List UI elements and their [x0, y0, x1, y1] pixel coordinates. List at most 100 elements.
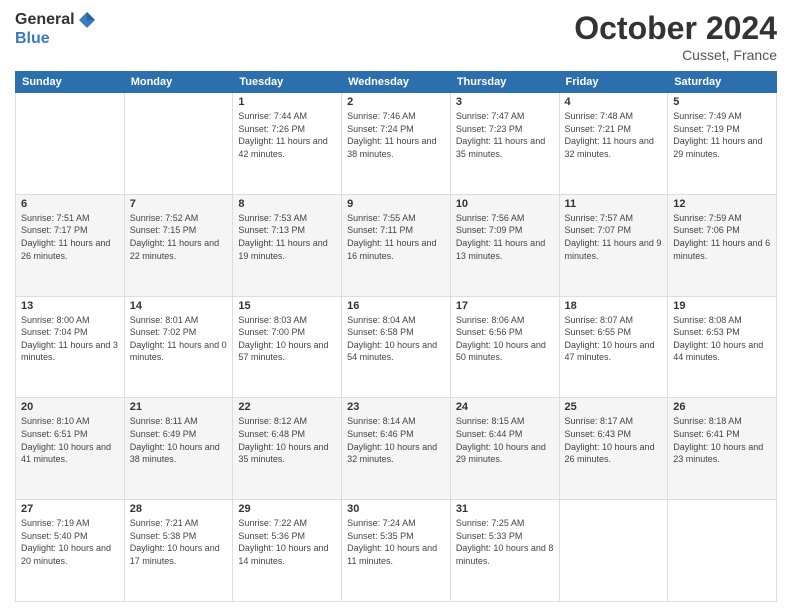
- table-row: 19 Sunrise: 8:08 AM Sunset: 6:53 PM Dayli…: [668, 296, 777, 398]
- day-number: 16: [347, 300, 445, 312]
- day-number: 18: [565, 300, 663, 312]
- day-info: Sunrise: 8:06 AM Sunset: 6:56 PM Dayligh…: [456, 314, 554, 364]
- day-number: 24: [456, 401, 554, 413]
- day-number: 8: [238, 198, 336, 210]
- day-info: Sunrise: 8:11 AM Sunset: 6:49 PM Dayligh…: [130, 415, 228, 465]
- table-row: 1 Sunrise: 7:44 AM Sunset: 7:26 PM Daylig…: [233, 93, 342, 195]
- col-monday: Monday: [124, 72, 233, 93]
- day-info: Sunrise: 8:12 AM Sunset: 6:48 PM Dayligh…: [238, 415, 336, 465]
- table-row: 21Sunrise: 8:11 AM Sunset: 6:49 PM Dayli…: [124, 398, 233, 500]
- calendar-table: Sunday Monday Tuesday Wednesday Thursday…: [15, 71, 777, 602]
- table-row: 25 Sunrise: 8:17 AM Sunset: 6:43 PM Dayli…: [559, 398, 668, 500]
- col-saturday: Saturday: [668, 72, 777, 93]
- day-number: 25: [565, 401, 663, 413]
- day-number: 14: [130, 300, 228, 312]
- day-info: Sunrise: 8:00 AM Sunset: 7:04 PM Dayligh…: [21, 314, 119, 364]
- day-number: 11: [565, 198, 663, 210]
- logo: General Blue: [15, 10, 97, 48]
- day-number: 5: [673, 96, 771, 108]
- day-number: 6: [21, 198, 119, 210]
- table-row: 5 Sunrise: 7:49 AM Sunset: 7:19 PM Daylig…: [668, 93, 777, 195]
- table-row: 12 Sunrise: 7:59 AM Sunset: 7:06 PM Dayli…: [668, 194, 777, 296]
- day-number: 26: [673, 401, 771, 413]
- table-row: [16, 93, 125, 195]
- header: General Blue October 2024 Cusset, France: [15, 10, 777, 63]
- table-row: 26Sunrise: 8:18 AM Sunset: 6:41 PM Dayli…: [668, 398, 777, 500]
- table-row: 29Sunrise: 7:22 AM Sunset: 5:36 PM Dayli…: [233, 500, 342, 602]
- day-info: Sunrise: 8:14 AM Sunset: 6:46 PM Dayligh…: [347, 415, 445, 465]
- calendar-week-row: 6 Sunrise: 7:51 AM Sunset: 7:17 PM Daylig…: [16, 194, 777, 296]
- table-row: 10Sunrise: 7:56 AM Sunset: 7:09 PM Dayli…: [450, 194, 559, 296]
- title-section: October 2024 Cusset, France: [574, 10, 777, 63]
- day-number: 15: [238, 300, 336, 312]
- day-number: 7: [130, 198, 228, 210]
- day-info: Sunrise: 8:10 AM Sunset: 6:51 PM Dayligh…: [21, 415, 119, 465]
- table-row: 17 Sunrise: 8:06 AM Sunset: 6:56 PM Dayli…: [450, 296, 559, 398]
- table-row: 6 Sunrise: 7:51 AM Sunset: 7:17 PM Daylig…: [16, 194, 125, 296]
- calendar-week-row: 1 Sunrise: 7:44 AM Sunset: 7:26 PM Daylig…: [16, 93, 777, 195]
- table-row: 7 Sunrise: 7:52 AM Sunset: 7:15 PM Daylig…: [124, 194, 233, 296]
- logo-text: General: [15, 10, 97, 30]
- day-number: 4: [565, 96, 663, 108]
- day-info: Sunrise: 7:46 AM Sunset: 7:24 PM Dayligh…: [347, 110, 445, 160]
- table-row: [668, 500, 777, 602]
- day-info: Sunrise: 7:51 AM Sunset: 7:17 PM Dayligh…: [21, 212, 119, 262]
- day-info: Sunrise: 7:55 AM Sunset: 7:11 PM Dayligh…: [347, 212, 445, 262]
- day-number: 17: [456, 300, 554, 312]
- table-row: 2Sunrise: 7:46 AM Sunset: 7:24 PM Daylig…: [342, 93, 451, 195]
- day-number: 9: [347, 198, 445, 210]
- day-info: Sunrise: 8:15 AM Sunset: 6:44 PM Dayligh…: [456, 415, 554, 465]
- table-row: 15Sunrise: 8:03 AM Sunset: 7:00 PM Dayli…: [233, 296, 342, 398]
- location-label: Cusset, France: [574, 47, 777, 63]
- table-row: 31 Sunrise: 7:25 AM Sunset: 5:33 PM Dayli…: [450, 500, 559, 602]
- day-info: Sunrise: 8:07 AM Sunset: 6:55 PM Dayligh…: [565, 314, 663, 364]
- logo-blue: Blue: [15, 30, 50, 48]
- logo-icon: [77, 10, 97, 30]
- day-info: Sunrise: 7:57 AM Sunset: 7:07 PM Dayligh…: [565, 212, 663, 262]
- calendar-week-row: 27 Sunrise: 7:19 AM Sunset: 5:40 PM Dayli…: [16, 500, 777, 602]
- day-info: Sunrise: 7:44 AM Sunset: 7:26 PM Dayligh…: [238, 110, 336, 160]
- day-number: 3: [456, 96, 554, 108]
- calendar-header-row: Sunday Monday Tuesday Wednesday Thursday…: [16, 72, 777, 93]
- table-row: 27 Sunrise: 7:19 AM Sunset: 5:40 PM Dayli…: [16, 500, 125, 602]
- day-number: 29: [238, 503, 336, 515]
- table-row: 4 Sunrise: 7:48 AM Sunset: 7:21 PM Daylig…: [559, 93, 668, 195]
- day-info: Sunrise: 7:19 AM Sunset: 5:40 PM Dayligh…: [21, 517, 119, 567]
- calendar-week-row: 20Sunrise: 8:10 AM Sunset: 6:51 PM Dayli…: [16, 398, 777, 500]
- day-number: 23: [347, 401, 445, 413]
- table-row: 13 Sunrise: 8:00 AM Sunset: 7:04 PM Dayli…: [16, 296, 125, 398]
- col-sunday: Sunday: [16, 72, 125, 93]
- day-info: Sunrise: 8:04 AM Sunset: 6:58 PM Dayligh…: [347, 314, 445, 364]
- day-info: Sunrise: 7:21 AM Sunset: 5:38 PM Dayligh…: [130, 517, 228, 567]
- day-info: Sunrise: 8:17 AM Sunset: 6:43 PM Dayligh…: [565, 415, 663, 465]
- table-row: 30Sunrise: 7:24 AM Sunset: 5:35 PM Dayli…: [342, 500, 451, 602]
- day-number: 10: [456, 198, 554, 210]
- col-wednesday: Wednesday: [342, 72, 451, 93]
- day-info: Sunrise: 7:59 AM Sunset: 7:06 PM Dayligh…: [673, 212, 771, 262]
- table-row: 14 Sunrise: 8:01 AM Sunset: 7:02 PM Dayli…: [124, 296, 233, 398]
- month-year-title: October 2024: [574, 10, 777, 47]
- calendar-week-row: 13 Sunrise: 8:00 AM Sunset: 7:04 PM Dayli…: [16, 296, 777, 398]
- day-number: 12: [673, 198, 771, 210]
- table-row: 28 Sunrise: 7:21 AM Sunset: 5:38 PM Dayli…: [124, 500, 233, 602]
- day-number: 13: [21, 300, 119, 312]
- col-thursday: Thursday: [450, 72, 559, 93]
- day-number: 27: [21, 503, 119, 515]
- day-info: Sunrise: 8:08 AM Sunset: 6:53 PM Dayligh…: [673, 314, 771, 364]
- table-row: [559, 500, 668, 602]
- day-info: Sunrise: 7:52 AM Sunset: 7:15 PM Dayligh…: [130, 212, 228, 262]
- table-row: 22Sunrise: 8:12 AM Sunset: 6:48 PM Dayli…: [233, 398, 342, 500]
- table-row: 11 Sunrise: 7:57 AM Sunset: 7:07 PM Dayli…: [559, 194, 668, 296]
- day-info: Sunrise: 7:49 AM Sunset: 7:19 PM Dayligh…: [673, 110, 771, 160]
- table-row: 3Sunrise: 7:47 AM Sunset: 7:23 PM Daylig…: [450, 93, 559, 195]
- table-row: 23 Sunrise: 8:14 AM Sunset: 6:46 PM Dayli…: [342, 398, 451, 500]
- table-row: 20Sunrise: 8:10 AM Sunset: 6:51 PM Dayli…: [16, 398, 125, 500]
- day-number: 19: [673, 300, 771, 312]
- day-number: 28: [130, 503, 228, 515]
- day-number: 1: [238, 96, 336, 108]
- day-number: 31: [456, 503, 554, 515]
- day-info: Sunrise: 8:01 AM Sunset: 7:02 PM Dayligh…: [130, 314, 228, 364]
- day-info: Sunrise: 7:25 AM Sunset: 5:33 PM Dayligh…: [456, 517, 554, 567]
- logo-general: General: [15, 11, 75, 29]
- day-info: Sunrise: 7:48 AM Sunset: 7:21 PM Dayligh…: [565, 110, 663, 160]
